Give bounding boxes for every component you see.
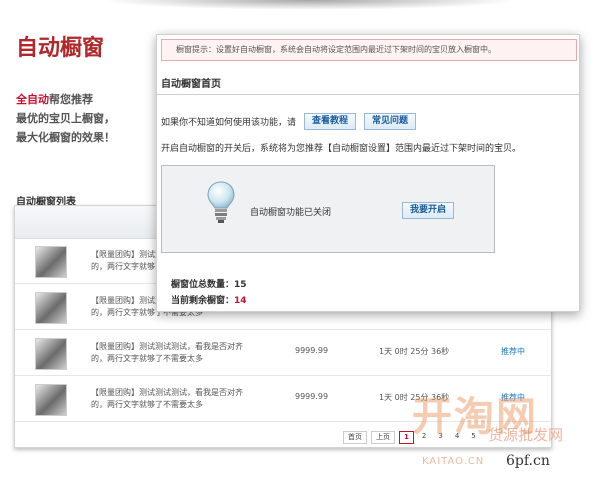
product-thumbnail[interactable]	[35, 246, 67, 278]
faq-button[interactable]: 常见问题	[364, 113, 417, 130]
product-desc: 【限量团购】测试测试测试，看我是否对齐的，两行文字就够了不需要太多	[91, 342, 243, 363]
promo-line-3: 最大化橱窗的效果！	[16, 131, 115, 144]
remaining-slots-value: 14	[234, 296, 247, 306]
remaining-slots-label: 当前剩余橱窗：	[171, 296, 235, 306]
tutorial-button[interactable]: 查看教程	[304, 113, 357, 130]
promo-highlight: 全自动	[16, 93, 49, 106]
status-text: 自动橱窗功能已关闭	[250, 208, 332, 218]
promo-line-1-rest: 帮您推荐	[49, 93, 93, 106]
total-slots: 橱窗位总数量：15	[171, 277, 247, 290]
status-link[interactable]: 推荐中	[501, 346, 525, 357]
dialog-title: 自动橱窗首页	[161, 79, 221, 90]
help-line: 如果你不知道如何使用该功能，请 查看教程 常见问题	[161, 113, 417, 130]
first-page-button[interactable]: 首页	[343, 431, 367, 444]
watermark-site: 6pf.cn	[506, 453, 550, 469]
product-thumbnail[interactable]	[35, 338, 67, 370]
product-price: 9999.99	[295, 346, 329, 355]
product-desc: 【限量团购】测试测试测试，看我是否对齐的，两行文字就够了不需要太多	[91, 388, 243, 409]
prev-page-button[interactable]: 上页	[371, 431, 395, 444]
status-panel: 自动橱窗功能已关闭 我要开启	[161, 165, 495, 253]
notice-bar: 橱窗提示：设置好自动橱窗，系统会自动将设定范围内最近过下架时间的宝贝放入橱窗中。	[161, 39, 577, 61]
watermark-subtitle: 货源批发网	[488, 426, 564, 444]
remaining-slots: 当前剩余橱窗：14	[171, 293, 247, 306]
page-title: 自动橱窗	[16, 36, 105, 61]
divider	[157, 94, 579, 95]
product-thumbnail[interactable]	[35, 384, 67, 416]
help-text: 如果你不知道如何使用该功能，请	[161, 118, 297, 128]
watermark-url: KAITAO.CN	[422, 456, 485, 467]
enable-button[interactable]: 我要开启	[402, 202, 455, 219]
product-price: 9999.99	[295, 392, 329, 401]
top-shadow	[100, 0, 520, 10]
remaining-time: 1天 0时 25分 36秒	[379, 347, 450, 356]
list-item[interactable]: 【限量团购】测试测试测试，看我是否对齐的，两行文字就够了不需要太多 9999.9…	[15, 332, 551, 376]
promo-line-2: 最优的宝贝上橱窗，	[16, 112, 115, 125]
product-thumbnail[interactable]	[35, 292, 67, 324]
description-text: 开启自动橱窗的开关后，系统将为您推荐【自动橱窗设置】范围内最近过下架时间的宝贝。	[161, 144, 522, 154]
total-slots-value: 15	[234, 280, 247, 290]
lightbulb-icon	[207, 181, 235, 223]
auto-window-dialog: 橱窗提示：设置好自动橱窗，系统会自动将设定范围内最近过下架时间的宝贝放入橱窗中。…	[156, 34, 580, 312]
total-slots-label: 橱窗位总数量：	[171, 280, 235, 290]
promo-text: 全自动帮您推荐 最优的宝贝上橱窗， 最大化橱窗的效果！	[16, 90, 115, 147]
promo-line-1: 全自动帮您推荐	[16, 90, 115, 109]
